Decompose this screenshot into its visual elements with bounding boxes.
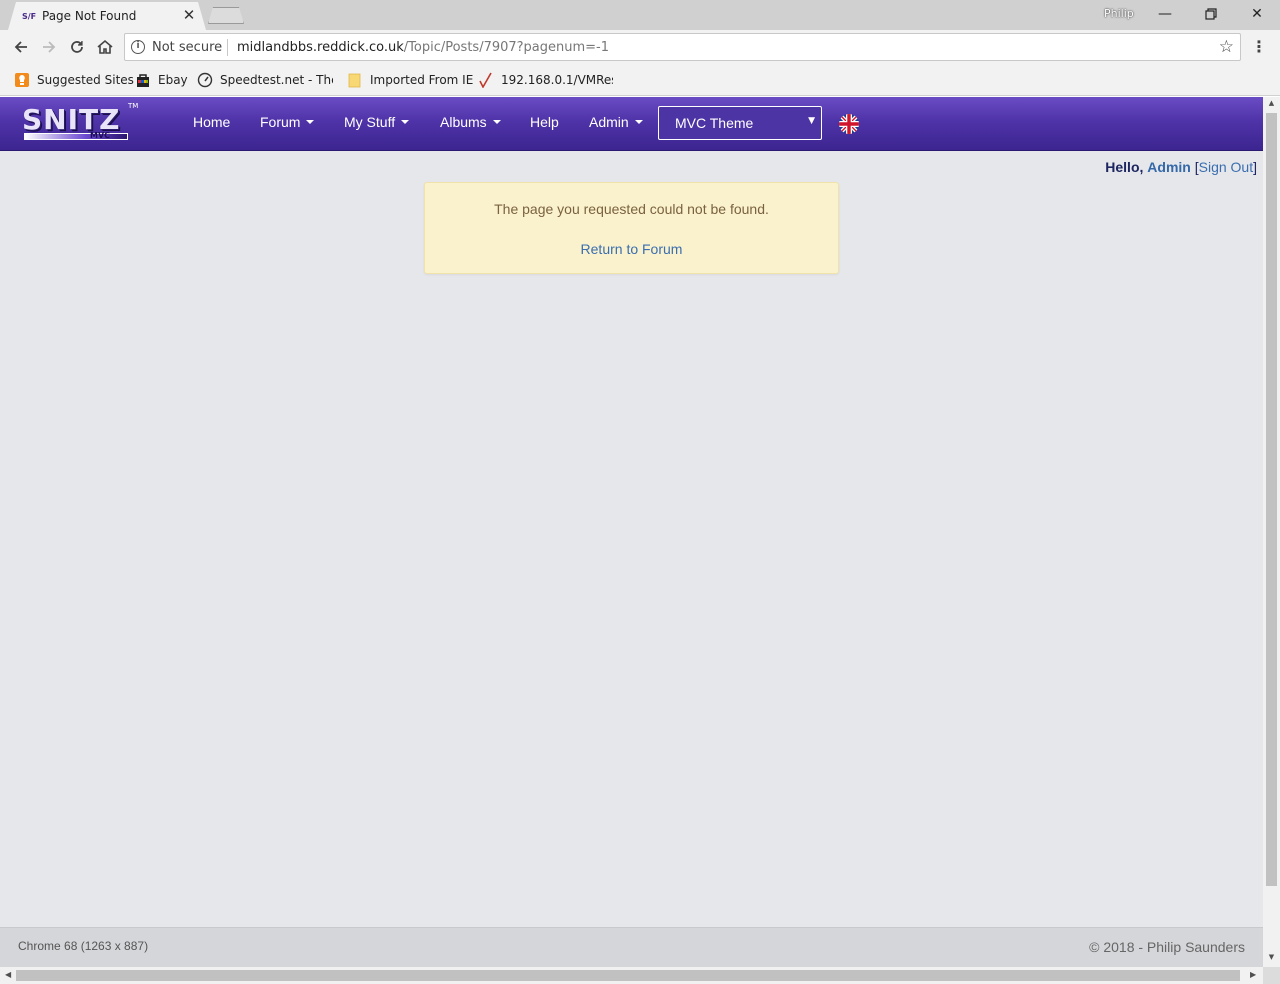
tab-strip: S/F Page Not Found ✕ Philip — ✕ [0,0,1280,30]
minimize-icon[interactable]: — [1150,4,1180,24]
nav-admin-dropdown[interactable]: Admin [589,114,643,130]
scroll-down-icon[interactable]: ▼ [1263,953,1280,961]
uk-flag-icon[interactable] [839,114,859,134]
horizontal-scroll-thumb[interactable] [16,970,1240,981]
speedtest-icon [197,72,213,88]
vertical-scroll-thumb[interactable] [1266,113,1277,886]
nav-forum-dropdown[interactable]: Forum [260,114,315,130]
caret-down-icon [401,120,410,125]
browser-tab[interactable]: S/F Page Not Found [8,2,206,30]
bookmark-suggested-sites[interactable]: Suggested Sites [14,71,134,89]
new-tab-button[interactable] [208,7,244,24]
folder-icon [347,72,363,88]
close-window-icon[interactable]: ✕ [1242,4,1272,24]
bookmark-label: Speedtest.net - The G [220,73,333,87]
not-found-alert: The page you requested could not be foun… [424,182,839,274]
bookmark-label: Imported From IE [370,73,474,87]
security-label[interactable]: Not secure [152,40,222,55]
alert-message: The page you requested could not be foun… [494,201,769,217]
username-link[interactable]: Admin [1147,159,1191,175]
sign-out-link[interactable]: Sign Out [1199,159,1253,175]
user-greeting: Hello, Admin [Sign Out] [1105,159,1257,175]
snitz-logo[interactable]: SNITZ TM MVC [22,102,139,143]
suggested-sites-icon [14,72,30,88]
omnibox-divider [227,39,228,56]
bookmarks-bar: Suggested Sites Ebay Speedtest.net - The… [0,64,1280,96]
nav-albums-dropdown[interactable]: Albums [440,114,501,130]
site-navbar: SNITZ TM MVC Home Forum My Stuff Albums … [0,97,1263,151]
home-icon[interactable] [94,36,116,58]
profile-name[interactable]: Philip [1104,7,1134,20]
browser-toolbar: i Not secure midlandbbs.reddick.co.uk/To… [0,30,1280,64]
url-path: /Topic/Posts/7907?pagenum=-1 [403,40,610,55]
bookmark-vmreset[interactable]: 192.168.0.1/VMReset [478,71,613,89]
horizontal-scrollbar[interactable]: ◀ ▶ [0,967,1263,984]
bookmark-label: Suggested Sites [37,73,134,87]
nav-forum-label: Forum [260,114,301,130]
scroll-right-icon[interactable]: ▶ [1250,970,1256,979]
restore-icon[interactable] [1196,4,1226,24]
site-favicon-icon: S/F [22,12,37,21]
url-text[interactable]: midlandbbs.reddick.co.uk/Topic/Posts/790… [237,40,609,55]
caret-down-icon [306,120,315,125]
return-to-forum-link[interactable]: Return to Forum [425,241,838,257]
back-icon[interactable] [10,36,32,58]
theme-select-value: MVC Theme [675,115,754,131]
browser-menu-icon[interactable]: ⋮ [1251,36,1267,58]
footer-copyright: © 2018 - Philip Saunders [1089,939,1245,955]
forward-icon[interactable] [38,36,60,58]
tab-title: Page Not Found [42,9,137,23]
info-icon[interactable]: i [131,40,145,54]
scroll-up-icon[interactable]: ▲ [1263,99,1280,107]
logo-trademark: TM [128,102,139,110]
bookmark-star-icon[interactable]: ☆ [1219,37,1234,57]
bookmark-ebay[interactable]: Ebay [135,71,188,89]
checkmark-icon [478,72,494,89]
tab-close-icon[interactable]: ✕ [181,7,197,23]
nav-admin-label: Admin [589,114,629,130]
nav-my-stuff-label: My Stuff [344,114,396,130]
scrollbar-corner [1263,967,1280,984]
caret-down-icon [634,120,643,125]
page-viewport: SNITZ TM MVC Home Forum My Stuff Albums … [0,97,1263,967]
caret-down-icon [492,120,501,125]
address-bar[interactable]: i Not secure midlandbbs.reddick.co.uk/To… [124,33,1241,61]
bookmark-imported-from-ie[interactable]: Imported From IE [347,71,473,89]
page-footer: Chrome 68 (1263 x 887) © 2018 - Philip S… [0,927,1263,967]
greeting-hello: Hello, [1105,159,1144,175]
ebay-icon [135,72,151,88]
footer-browser-info: Chrome 68 (1263 x 887) [18,939,149,953]
bookmark-label: 192.168.0.1/VMReset [501,73,613,87]
nav-my-stuff-dropdown[interactable]: My Stuff [344,114,410,130]
url-host: midlandbbs.reddick.co.uk [237,40,404,55]
scroll-left-icon[interactable]: ◀ [5,970,11,979]
reload-icon[interactable] [66,36,88,58]
vertical-scrollbar[interactable]: ▲ ▼ [1263,97,1280,967]
nav-home[interactable]: Home [193,114,230,130]
bookmark-label: Ebay [158,73,188,87]
logo-bar [24,133,128,140]
nav-help[interactable]: Help [530,114,559,130]
logo-subtext: MVC [90,131,111,140]
bookmark-speedtest[interactable]: Speedtest.net - The G [197,71,333,89]
theme-select[interactable]: MVC Theme ▼ [658,106,822,140]
dropdown-arrow-icon: ▼ [808,116,815,126]
nav-albums-label: Albums [440,114,487,130]
